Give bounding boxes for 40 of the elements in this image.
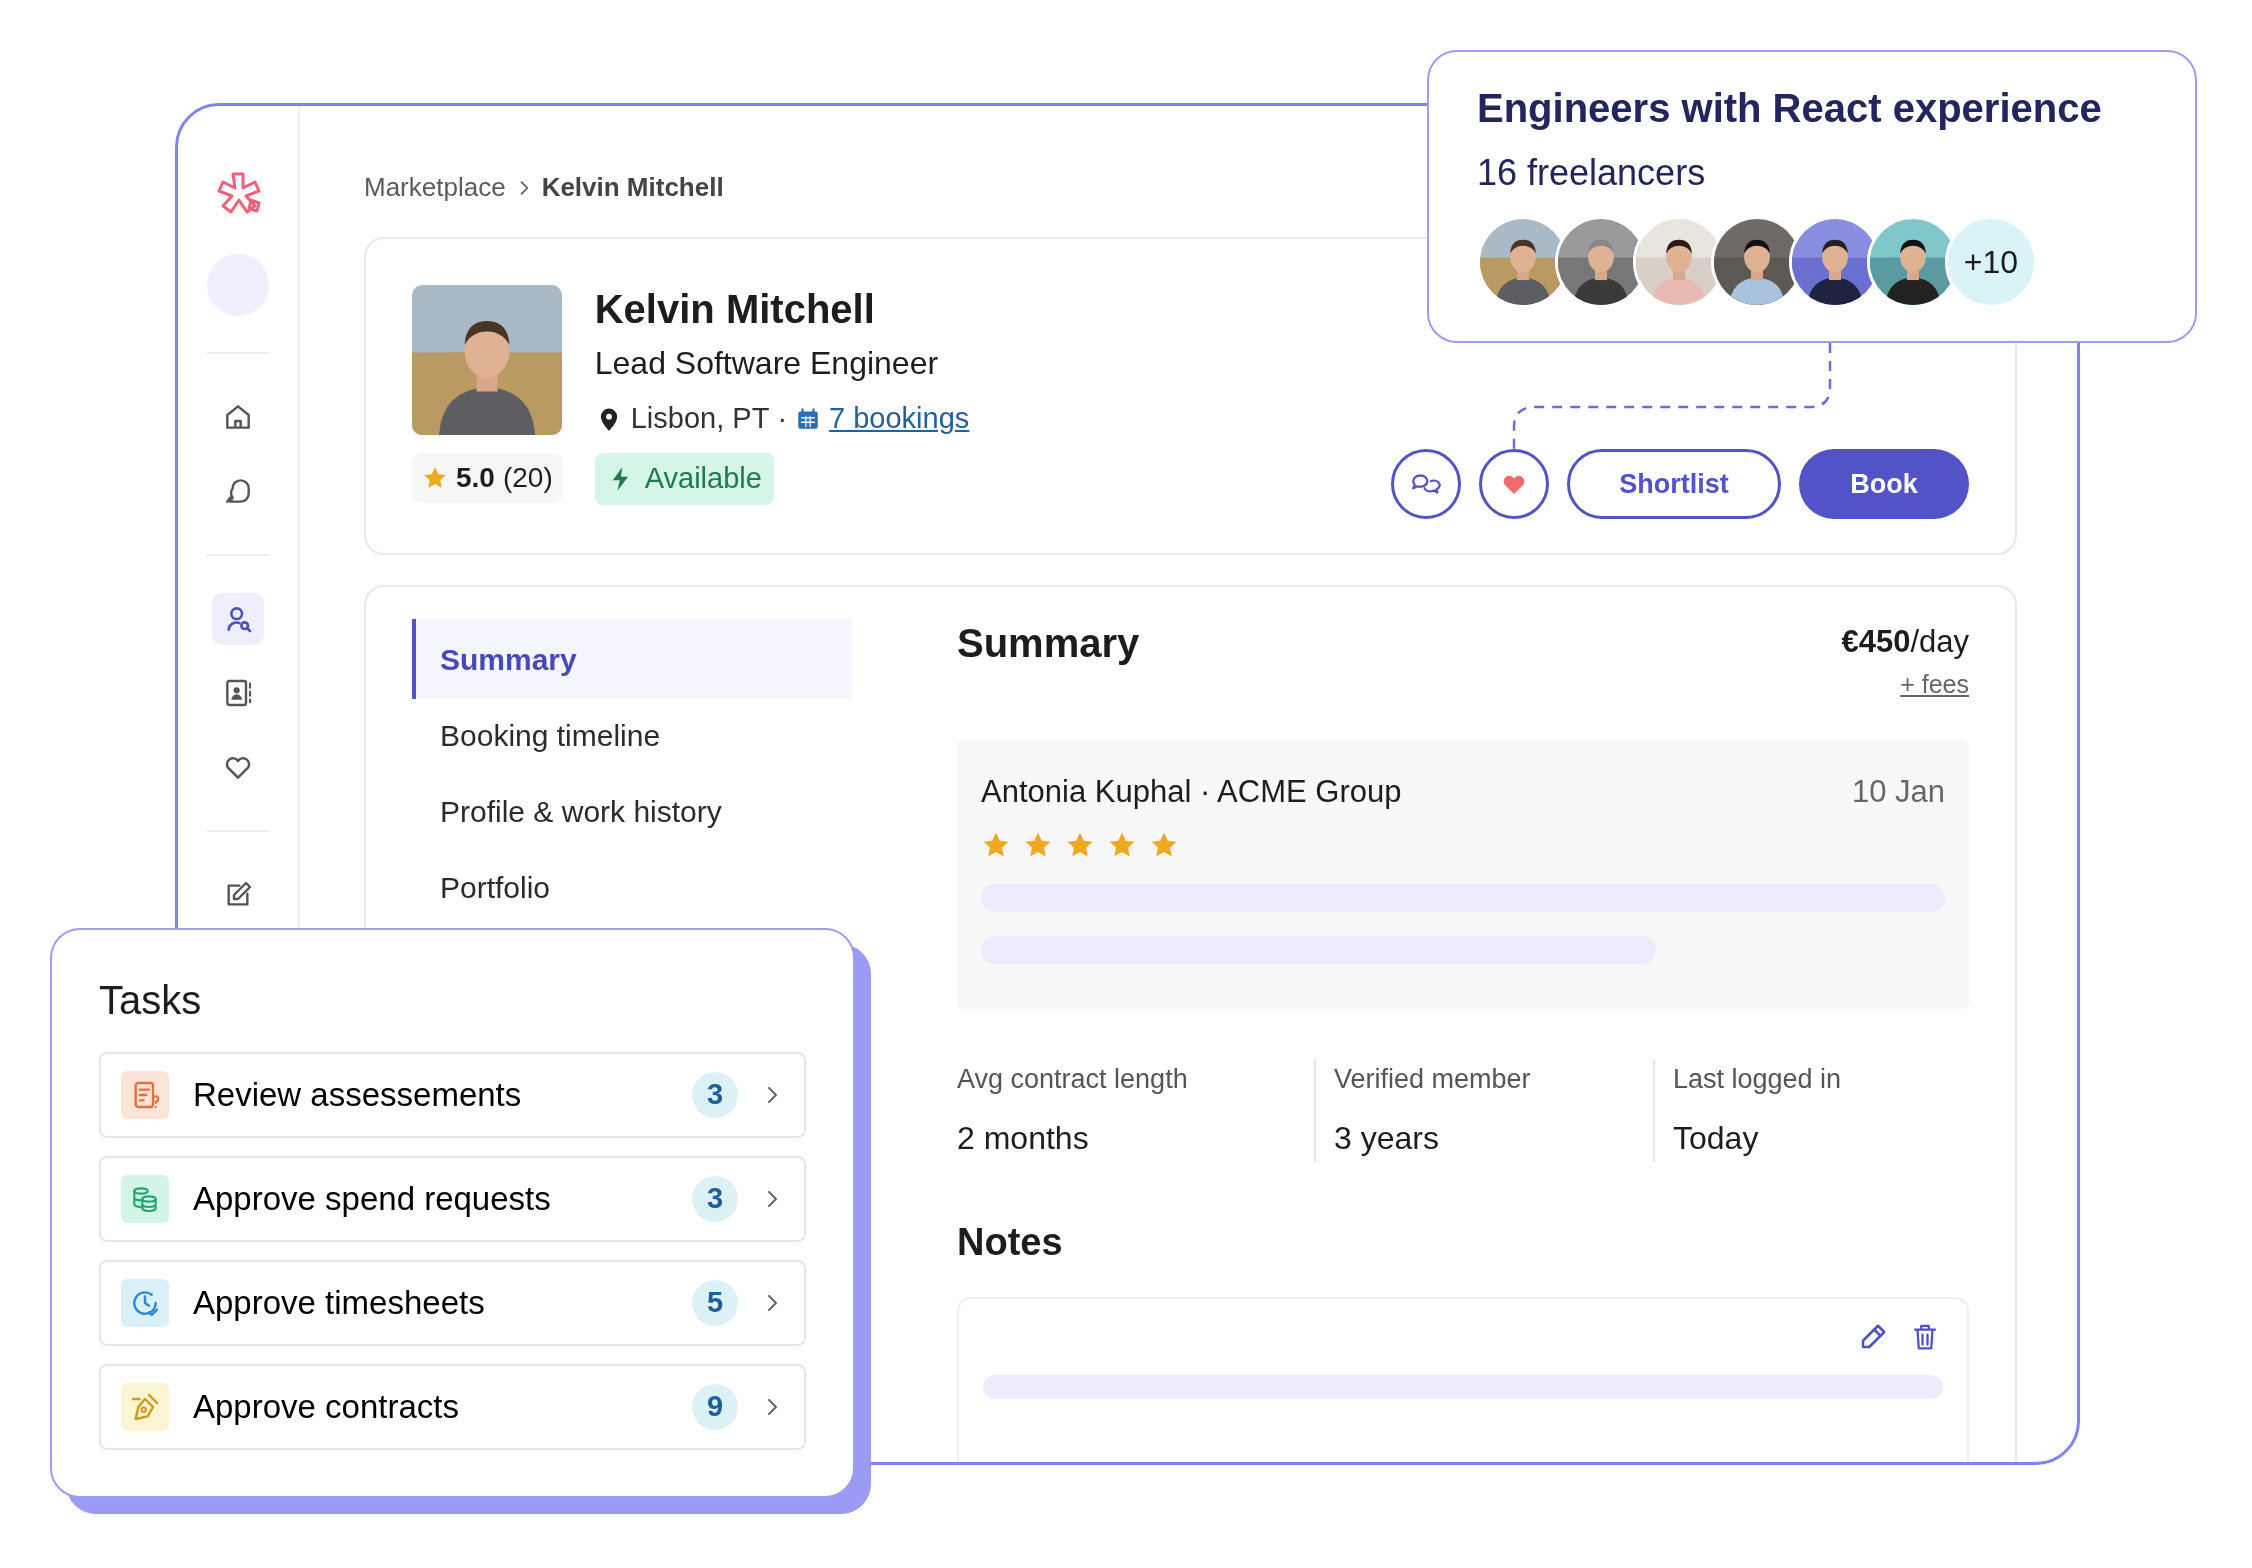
card-title: Tasks xyxy=(99,977,203,1024)
availability-badge: Available xyxy=(594,452,774,505)
stat-value: 3 years xyxy=(1334,1118,1440,1158)
review-date: 10 Jan xyxy=(1851,773,1945,811)
stat-value: Today xyxy=(1673,1118,1760,1158)
profile-name: Kelvin Mitchell xyxy=(594,286,876,333)
separator-dot: · xyxy=(777,401,788,436)
reviewer-name: Antonia Kuphal · ACME Group xyxy=(981,773,1402,811)
card-title: Engineers with React experience xyxy=(1477,85,2103,132)
sidebar-item[interactable] xyxy=(212,593,264,645)
task-row[interactable]: Approve timesheets 5 xyxy=(99,1260,806,1346)
pen-nib-icon xyxy=(129,1391,161,1423)
stat-label: Avg contract length xyxy=(957,1063,1189,1096)
breadcrumb-current: Kelvin Mitchell xyxy=(541,171,724,204)
breadcrumb-link[interactable]: Marketplace xyxy=(364,168,506,207)
task-row[interactable]: Review assessements 3 xyxy=(99,1052,806,1138)
review-count: (20) xyxy=(502,461,553,495)
shortlist-button[interactable]: Shortlist xyxy=(1567,449,1781,519)
more-count: +10 xyxy=(1945,216,2037,308)
stat-label: Verified member xyxy=(1334,1063,1532,1096)
location-text: Lisbon, PT xyxy=(630,401,770,436)
count-badge: 5 xyxy=(692,1280,738,1326)
stat-label: Last logged in xyxy=(1673,1063,1842,1096)
task-row[interactable]: Approve contracts 9 xyxy=(99,1364,806,1450)
fees-link[interactable]: + fees xyxy=(1900,665,1969,703)
tab[interactable]: Summary xyxy=(412,619,852,699)
count-badge: 3 xyxy=(692,1176,738,1222)
task-row[interactable]: Approve spend requests 3 xyxy=(99,1156,806,1242)
stat-value: 2 months xyxy=(957,1118,1090,1158)
rating-value: 5.0 xyxy=(456,461,495,495)
section-heading: Summary xyxy=(957,620,1140,667)
book-button[interactable]: Book xyxy=(1799,449,1969,519)
job-title: Lead Software Engineer xyxy=(594,344,940,383)
bookings-link[interactable]: 7 bookings xyxy=(829,397,970,441)
count-badge: 3 xyxy=(692,1072,738,1118)
count-badge: 9 xyxy=(692,1384,738,1430)
star-icon xyxy=(422,465,448,491)
section-heading: Notes xyxy=(957,1219,1064,1265)
freelancer-count: 16 freelancers xyxy=(1477,151,1707,195)
day-rate: €450/day xyxy=(1841,623,1969,661)
